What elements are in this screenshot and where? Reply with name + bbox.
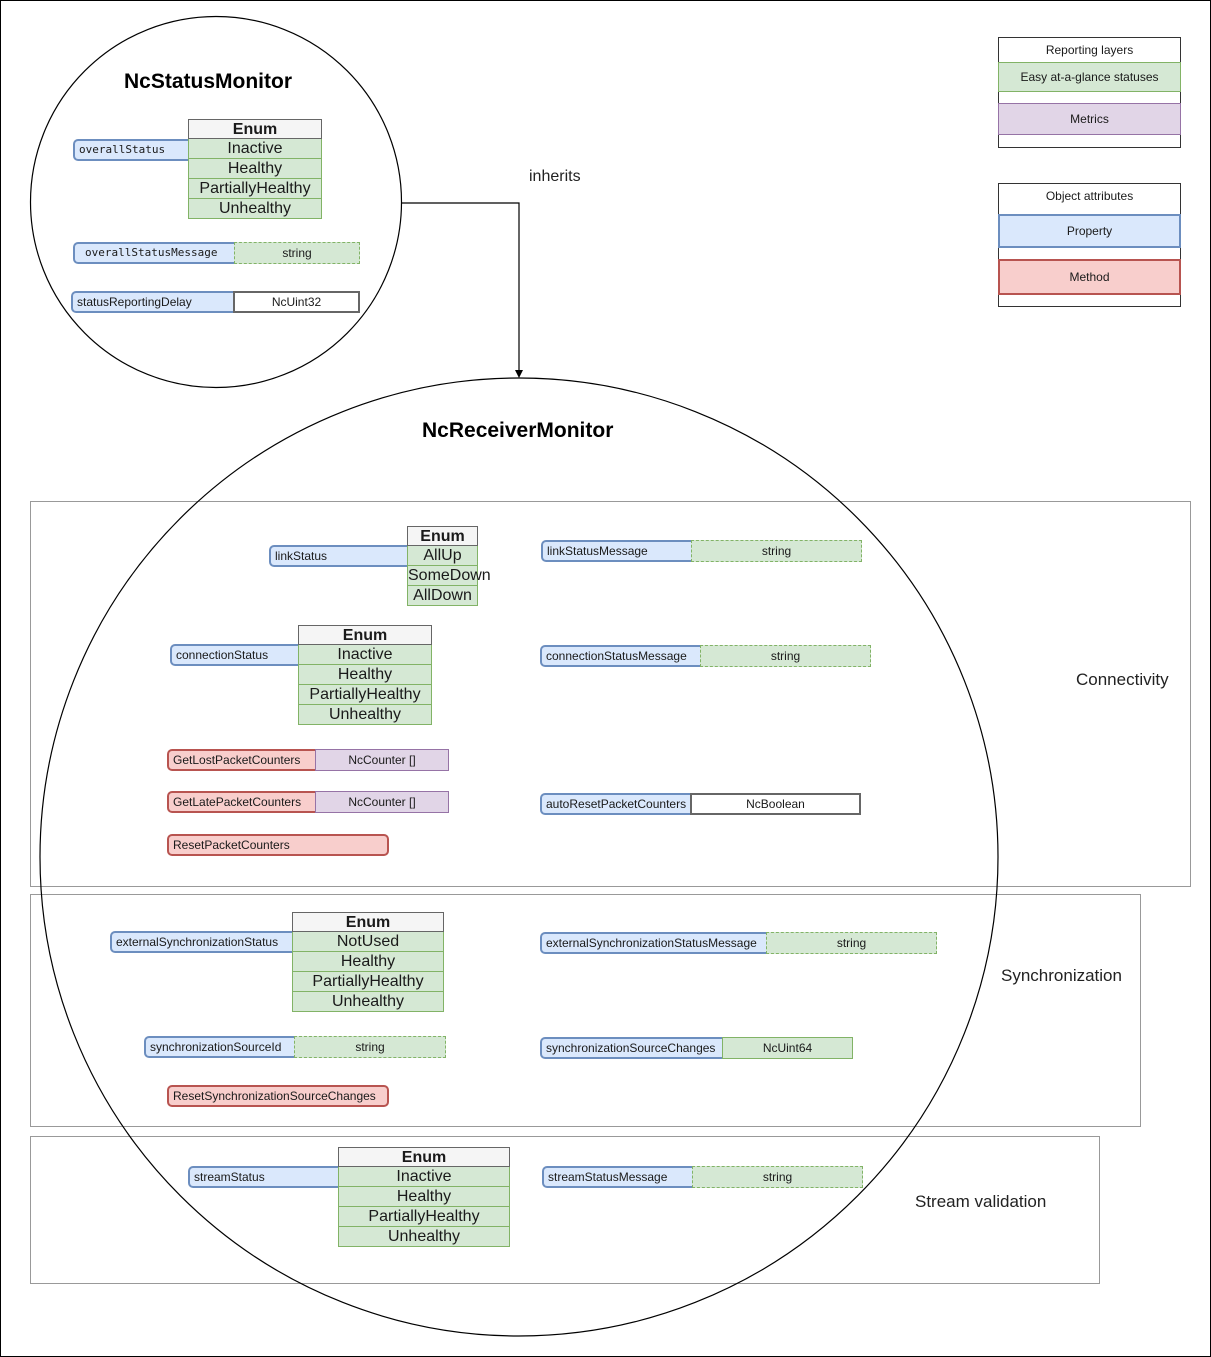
enum-connectionStatus: Enum Inactive Healthy PartiallyHealthy U… xyxy=(298,625,432,725)
section-label-stream-validation: Stream validation xyxy=(915,1192,1047,1211)
type-string: string xyxy=(691,540,862,562)
enum-externalSynchronizationStatus: Enum NotUsed Healthy PartiallyHealthy Un… xyxy=(292,912,444,1012)
legend-object-attributes: Object attributes Property Method xyxy=(998,183,1181,307)
enum-value: NotUsed xyxy=(292,932,444,952)
type-NcBoolean: NcBoolean xyxy=(690,793,861,815)
enum-value: Inactive xyxy=(188,139,322,159)
enum-overallStatus: Enum Inactive Healthy PartiallyHealthy U… xyxy=(188,119,322,219)
enum-header: Enum xyxy=(407,526,478,546)
legend-title: Object attributes xyxy=(1045,189,1134,203)
section-label-connectivity: Connectivity xyxy=(1076,670,1169,689)
enum-header: Enum xyxy=(188,119,322,139)
enum-streamStatus: Enum Inactive Healthy PartiallyHealthy U… xyxy=(338,1147,510,1247)
legend-item-method: Method xyxy=(998,259,1181,295)
legend-item-statuses: Easy at-a-glance statuses xyxy=(998,62,1181,92)
property-autoResetPacketCounters: autoResetPacketCounters xyxy=(540,793,691,815)
inherits-label: inherits xyxy=(529,168,581,185)
enum-header: Enum xyxy=(292,912,444,932)
inherits-connector xyxy=(402,202,520,372)
enum-value: SomeDown xyxy=(407,566,491,586)
type-NcCounter-array: NcCounter [] xyxy=(315,791,449,813)
enum-value: AllDown xyxy=(407,586,478,606)
method-ResetPacketCounters: ResetPacketCounters xyxy=(167,834,389,856)
enum-value: PartiallyHealthy xyxy=(298,685,432,705)
enum-linkStatus: Enum AllUp SomeDown AllDown xyxy=(407,526,491,606)
legend-title: Reporting layers xyxy=(1045,43,1134,57)
property-statusReportingDelay: statusReportingDelay xyxy=(71,291,234,313)
enum-value: AllUp xyxy=(407,546,478,566)
derived-class-circle xyxy=(39,377,999,1337)
section-label-synchronization: Synchronization xyxy=(1001,966,1122,985)
property-synchronizationSourceId: synchronizationSourceId xyxy=(144,1036,295,1058)
derived-class-title: NcReceiverMonitor xyxy=(422,419,614,442)
enum-value: Healthy xyxy=(292,952,444,972)
enum-value: Healthy xyxy=(338,1187,510,1207)
method-ResetSynchronizationSourceChanges: ResetSynchronizationSourceChanges xyxy=(167,1085,389,1107)
property-externalSynchronizationStatusMessage: externalSynchronizationStatusMessage xyxy=(540,932,767,954)
property-streamStatusMessage: streamStatusMessage xyxy=(542,1166,693,1188)
type-string: string xyxy=(700,645,871,667)
enum-value: PartiallyHealthy xyxy=(338,1207,510,1227)
property-connectionStatus: connectionStatus xyxy=(170,644,299,666)
enum-header: Enum xyxy=(298,625,432,645)
legend-reporting-layers: Reporting layers Easy at-a-glance status… xyxy=(998,37,1181,148)
legend-item-property: Property xyxy=(998,214,1181,248)
enum-value: Unhealthy xyxy=(292,992,444,1012)
type-NcCounter-array: NcCounter [] xyxy=(315,749,449,771)
enum-value: PartiallyHealthy xyxy=(188,179,322,199)
type-NcUint32: NcUint32 xyxy=(233,291,360,313)
method-GetLatePacketCounters: GetLatePacketCounters xyxy=(167,791,316,813)
enum-value: Healthy xyxy=(298,665,432,685)
property-externalSynchronizationStatus: externalSynchronizationStatus xyxy=(110,931,293,953)
property-linkStatus: linkStatus xyxy=(269,545,408,567)
base-class-title: NcStatusMonitor xyxy=(124,70,292,93)
type-string: string xyxy=(234,242,360,264)
enum-value: PartiallyHealthy xyxy=(292,972,444,992)
enum-value: Inactive xyxy=(298,645,432,665)
enum-value: Unhealthy xyxy=(338,1227,510,1247)
property-overallStatusMessage: overallStatusMessage xyxy=(73,242,234,264)
property-synchronizationSourceChanges: synchronizationSourceChanges xyxy=(540,1037,723,1059)
type-string: string xyxy=(692,1166,863,1188)
type-NcUint64: NcUint64 xyxy=(722,1037,853,1059)
property-overallStatus: overallStatus xyxy=(73,139,189,161)
enum-value: Inactive xyxy=(338,1167,510,1187)
type-string: string xyxy=(766,932,937,954)
enum-value: Healthy xyxy=(188,159,322,179)
type-string: string xyxy=(294,1036,446,1058)
enum-value: Unhealthy xyxy=(188,199,322,219)
property-linkStatusMessage: linkStatusMessage xyxy=(541,540,692,562)
legend-item-metrics: Metrics xyxy=(998,103,1181,135)
enum-value: Unhealthy xyxy=(298,705,432,725)
inherits-arrowhead xyxy=(515,370,523,378)
method-GetLostPacketCounters: GetLostPacketCounters xyxy=(167,749,316,771)
enum-header: Enum xyxy=(338,1147,510,1167)
property-connectionStatusMessage: connectionStatusMessage xyxy=(540,645,701,667)
property-streamStatus: streamStatus xyxy=(188,1166,339,1188)
